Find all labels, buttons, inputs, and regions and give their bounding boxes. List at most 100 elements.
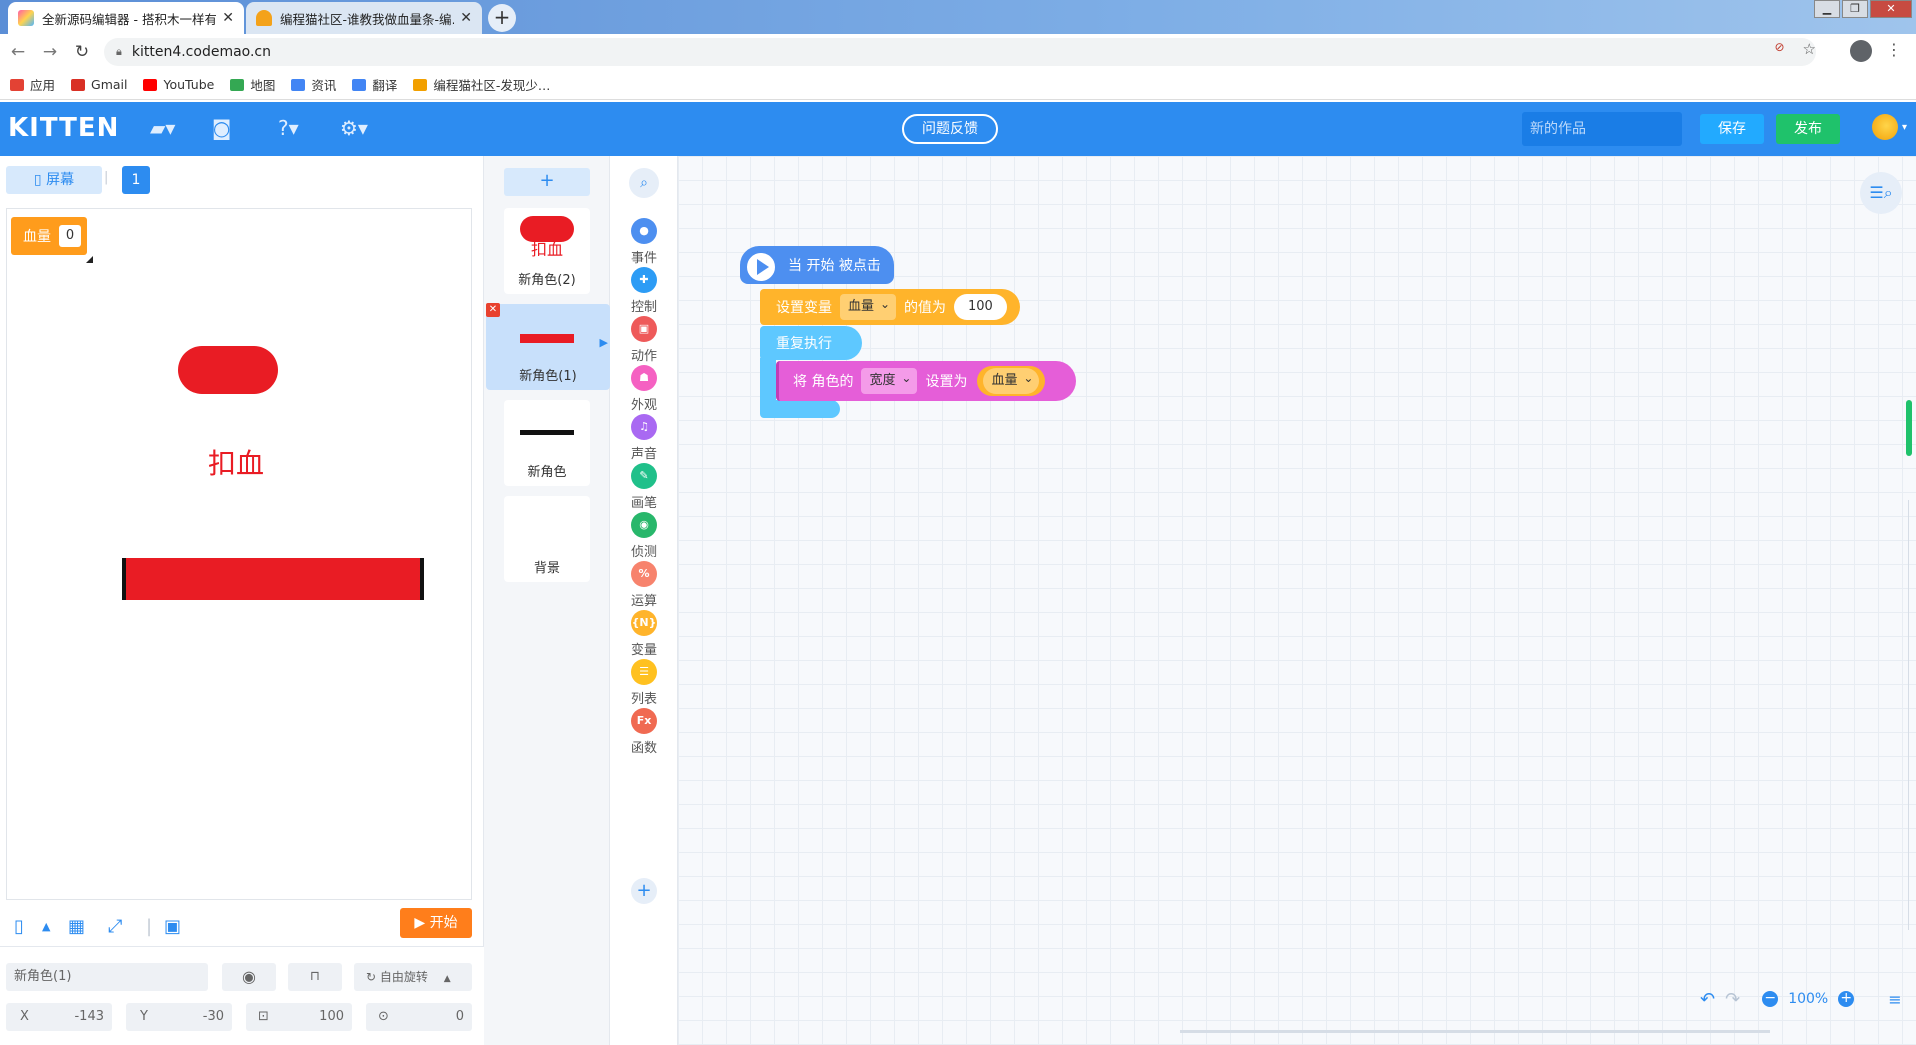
chevron-up-icon[interactable]: ▲ (42, 920, 50, 933)
size-field[interactable]: ⊡ 100 (246, 1003, 352, 1031)
category-item[interactable]: ♫ 声音 (610, 414, 678, 462)
window-close-icon[interactable]: ✕ (1870, 0, 1912, 18)
property-dropdown[interactable]: 宽度 (861, 365, 918, 394)
backpack-icon[interactable]: ◙ (212, 116, 231, 140)
grid-icon[interactable]: ▦ (68, 916, 85, 937)
stage-canvas[interactable]: 血量 0 (6, 208, 472, 900)
bookmark-item[interactable]: 资讯 (291, 75, 336, 94)
bookmark-item[interactable]: YouTube (143, 77, 214, 92)
redo-icon[interactable]: ↷ (1725, 989, 1740, 1010)
category-item[interactable]: {N} 变量 (610, 610, 678, 658)
bookmark-item[interactable]: Gmail (71, 77, 127, 92)
bookmark-item[interactable]: 地图 (230, 75, 275, 94)
close-tab-icon[interactable]: ✕ (460, 10, 472, 26)
bookmark-item[interactable]: 应用 (10, 75, 55, 94)
y-position-field[interactable]: Y -30 (126, 1003, 232, 1031)
publish-button[interactable]: 发布 (1776, 114, 1840, 144)
bookmark-icon (352, 78, 367, 91)
variable-monitor[interactable]: 血量 0 (11, 217, 87, 255)
variable-reporter-dropdown[interactable]: 血量 (983, 365, 1040, 394)
caret-right-icon[interactable]: ▶ (600, 336, 608, 349)
play-icon (757, 259, 769, 275)
stage-sprite-health-bar[interactable] (122, 558, 424, 600)
sprite-item[interactable]: 新角色 (504, 400, 590, 486)
category-item[interactable]: ▣ 动作 (610, 316, 678, 364)
sprite-name-input[interactable]: 新角色(1) (6, 963, 208, 991)
stage-toolbar: ▯ ▲ ▦ ⤢ | ▣ ▶ 开始 (0, 908, 484, 944)
category-item[interactable]: ☗ 外观 (610, 365, 678, 413)
category-item[interactable]: ✚ 控制 (610, 267, 678, 315)
new-tab-button[interactable]: + (488, 4, 516, 32)
stage-size-icon[interactable]: ▯ (14, 916, 24, 937)
category-item[interactable]: ● 事件 (610, 218, 678, 266)
zoom-in-icon[interactable]: + (1838, 991, 1855, 1007)
screen-number-tab[interactable]: 1 (122, 166, 150, 194)
restore-icon[interactable]: ❐ (1842, 0, 1868, 18)
direction-field[interactable]: ⊙ 0 (366, 1003, 472, 1031)
block-text: 将 角色的 (793, 374, 854, 390)
set-variable-block[interactable]: 设置变量 血量 的值为 100 (760, 289, 1020, 325)
set-property-block[interactable]: 将 角色的 宽度 设置为 血量 (776, 361, 1076, 401)
bookmark-label: 应用 (30, 78, 56, 93)
stage-sprite-red-pill[interactable] (178, 346, 278, 394)
category-item[interactable]: ◉ 侦测 (610, 512, 678, 560)
vertical-scrollbar[interactable] (1906, 400, 1912, 456)
bookmark-item[interactable]: 编程猫社区-发现少… (413, 75, 550, 94)
work-name-input[interactable]: 新的作品 (1522, 112, 1682, 146)
bookmark-item[interactable]: 翻译 (352, 75, 397, 94)
screen-button[interactable]: ▯ 屏幕 (6, 166, 102, 194)
visibility-eye-icon[interactable]: ◉ (222, 963, 276, 991)
settings-gear-icon[interactable]: ⚙▾ (340, 116, 368, 140)
lock-sprite-icon[interactable]: ⊓ (288, 963, 342, 991)
background-label: 背景 (533, 561, 560, 576)
x-position-field[interactable]: X -143 (6, 1003, 112, 1031)
browser-tab-community[interactable]: 编程猫社区-谁教我做血量条-编… ✕ (246, 2, 482, 34)
undo-icon[interactable]: ↶ (1700, 989, 1715, 1010)
block-text: 的值为 (904, 300, 947, 316)
folder-menu-icon[interactable]: ▰▾ (150, 116, 175, 140)
url-field[interactable]: 🔒︎ kitten4.codemao.cn (104, 38, 1816, 66)
category-item[interactable]: % 运算 (610, 561, 678, 609)
minimize-icon[interactable]: ▁ (1814, 0, 1840, 18)
category-item[interactable]: Fx 函数 (610, 708, 678, 756)
back-icon[interactable]: ← (2, 42, 34, 62)
stage-sprite-kouxue-text[interactable]: 扣血 (196, 442, 276, 482)
fullscreen-icon[interactable]: ⤢ (108, 916, 122, 937)
add-sprite-button[interactable]: + (504, 168, 590, 196)
kitten-header: KITTEN ▰▾ ◙ ?▾ ⚙▾ 问题反馈 新的作品 保存 发布 (0, 102, 1916, 156)
avatar-chevron-down-icon[interactable]: ▾ (1902, 122, 1907, 133)
feedback-button[interactable]: 问题反馈 (902, 114, 998, 144)
help-menu-icon[interactable]: ?▾ (278, 116, 299, 140)
forward-icon[interactable]: → (34, 42, 66, 62)
save-button[interactable]: 保存 (1700, 114, 1764, 144)
kitten-logo[interactable]: KITTEN (8, 113, 119, 143)
menu-kebab-icon[interactable]: ⋮ (1886, 40, 1902, 59)
variable-dropdown[interactable]: 血量 (840, 291, 897, 320)
bookmark-star-icon[interactable]: ☆ (1803, 40, 1816, 58)
align-blocks-icon[interactable]: ≡ (1888, 990, 1901, 1009)
preview-icon[interactable]: ▣ (164, 916, 181, 937)
profile-icon[interactable] (1850, 40, 1872, 62)
sprite-item[interactable]: 扣血 新角色(2) (504, 208, 590, 294)
value-input[interactable]: 100 (954, 294, 1007, 320)
zoom-out-icon[interactable]: − (1762, 991, 1779, 1007)
user-avatar[interactable] (1872, 114, 1898, 140)
horizontal-scrollbar[interactable] (1180, 1030, 1770, 1033)
category-item[interactable]: ✎ 画笔 (610, 463, 678, 511)
close-tab-icon[interactable]: ✕ (222, 10, 234, 26)
add-extension-icon[interactable]: + (631, 878, 657, 904)
repeat-forever-block[interactable]: 重复执行 (760, 326, 862, 360)
browser-tab-kitten[interactable]: 全新源码编辑器 - 搭积木一样有… ✕ (8, 2, 244, 34)
reload-icon[interactable]: ↻ (66, 42, 98, 62)
category-item[interactable]: ☰ 列表 (610, 659, 678, 707)
background-item[interactable]: 背景 (504, 496, 590, 582)
delete-sprite-icon[interactable]: ✕ (486, 303, 500, 317)
start-button[interactable]: ▶ 开始 (400, 908, 472, 938)
rotation-mode-select[interactable]: ↻ 自由旋转 ▲ (354, 963, 472, 991)
sprite-item-selected[interactable]: ▶ 新角色(1) (486, 304, 610, 390)
monitor-resize-handle[interactable] (86, 256, 93, 263)
workspace-tools-icon[interactable]: ☰⌕ (1860, 172, 1902, 214)
search-blocks-icon[interactable]: ⌕ (629, 168, 659, 198)
blocked-popup-icon[interactable]: ⊘ (1774, 40, 1784, 58)
variable-reporter[interactable]: 血量 (977, 365, 1046, 396)
